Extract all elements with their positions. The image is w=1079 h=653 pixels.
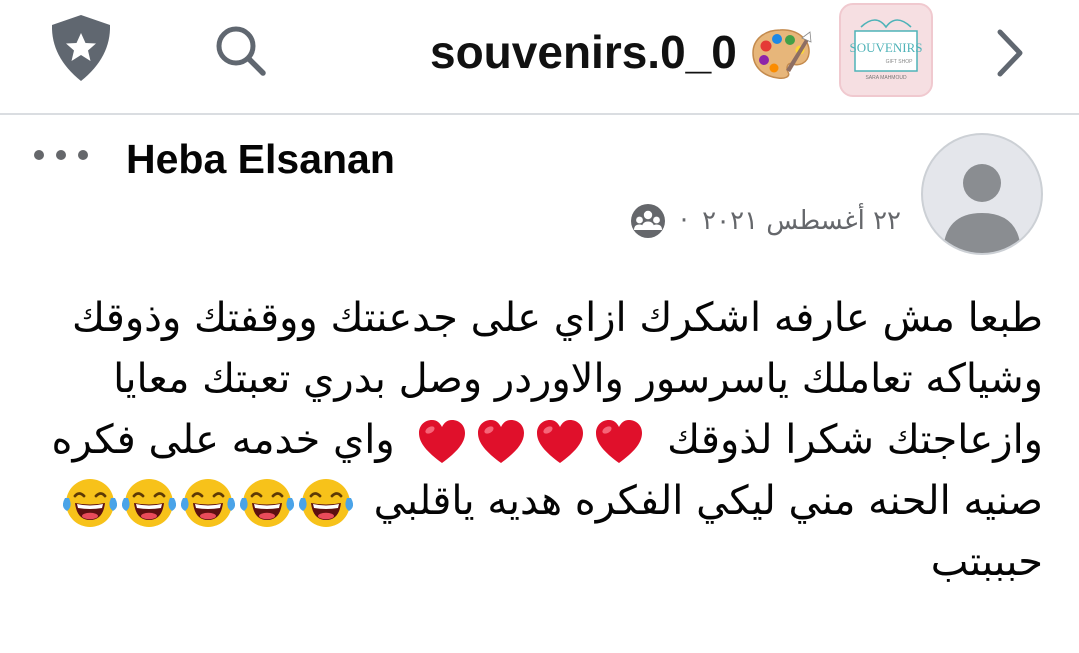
post-line-2: وشياكه تعاملك ياسرسور والاوردر وصل بدري … bbox=[113, 356, 1043, 402]
tears-of-joy-emoji bbox=[121, 479, 176, 527]
page-title[interactable]: souvenirs.0_0 bbox=[430, 22, 737, 82]
red-heart-emoji bbox=[478, 420, 525, 463]
default-avatar-icon[interactable] bbox=[921, 133, 1043, 255]
post-line-3-end: واي خدمه على فكره bbox=[51, 417, 395, 463]
post-body: طبعا مش عارفه اشكرك ازاي على جدعنتك ووقف… bbox=[33, 288, 1043, 593]
hearts-group bbox=[415, 415, 646, 469]
post-line-4: صنيه الحنه مني ليكي الفكره هديه ياقلبي bbox=[33, 471, 1043, 532]
tears-of-joy-emoji bbox=[62, 479, 117, 527]
tears-of-joy-emoji bbox=[239, 479, 294, 527]
post-line-4-text: صنيه الحنه مني ليكي الفكره هديه ياقلبي bbox=[373, 478, 1043, 524]
post-line-5: حبببتب bbox=[930, 539, 1043, 585]
tears-of-joy-emoji bbox=[180, 479, 235, 527]
post-meta: · ٢٢ أغسطس ٢٠٢١ bbox=[630, 198, 901, 244]
shield-star-icon[interactable] bbox=[48, 13, 114, 83]
post-author[interactable]: Heba Elsanan bbox=[126, 132, 395, 186]
red-heart-emoji bbox=[419, 420, 466, 463]
post-line-1: طبعا مش عارفه اشكرك ازاي على جدعنتك ووقف… bbox=[71, 295, 1043, 341]
post-line-3: وازعاجتك شكرا لذوقك واي خدمه على فكره bbox=[33, 410, 1043, 471]
post-date[interactable]: ٢٢ أغسطس ٢٠٢١ bbox=[702, 206, 901, 236]
chevron-right-icon[interactable] bbox=[992, 26, 1028, 80]
red-heart-emoji bbox=[596, 420, 643, 463]
laughs-group bbox=[62, 476, 353, 530]
more-dots-icon[interactable] bbox=[30, 142, 92, 168]
artist-palette-emoji bbox=[752, 29, 812, 79]
search-icon[interactable] bbox=[212, 22, 268, 78]
top-bar: souvenirs.0_0 SOUVENIRS GIFT SHOP SARA M… bbox=[0, 0, 1079, 115]
logo-owner: SARA MAHMOUD bbox=[865, 75, 907, 81]
gift-shop-logo: SOUVENIRS GIFT SHOP SARA MAHMOUD bbox=[841, 5, 931, 95]
post-line-3-start: وازعاجتك شكرا لذوقك bbox=[667, 417, 1043, 463]
red-heart-emoji bbox=[537, 420, 584, 463]
tears-of-joy-emoji bbox=[298, 479, 353, 527]
meta-separator: · bbox=[679, 206, 689, 236]
page-avatar[interactable]: SOUVENIRS GIFT SHOP SARA MAHMOUD bbox=[839, 3, 933, 97]
logo-sub: GIFT SHOP bbox=[886, 59, 914, 65]
group-audience-icon bbox=[630, 204, 665, 238]
logo-brand: SOUVENIRS bbox=[850, 40, 923, 55]
